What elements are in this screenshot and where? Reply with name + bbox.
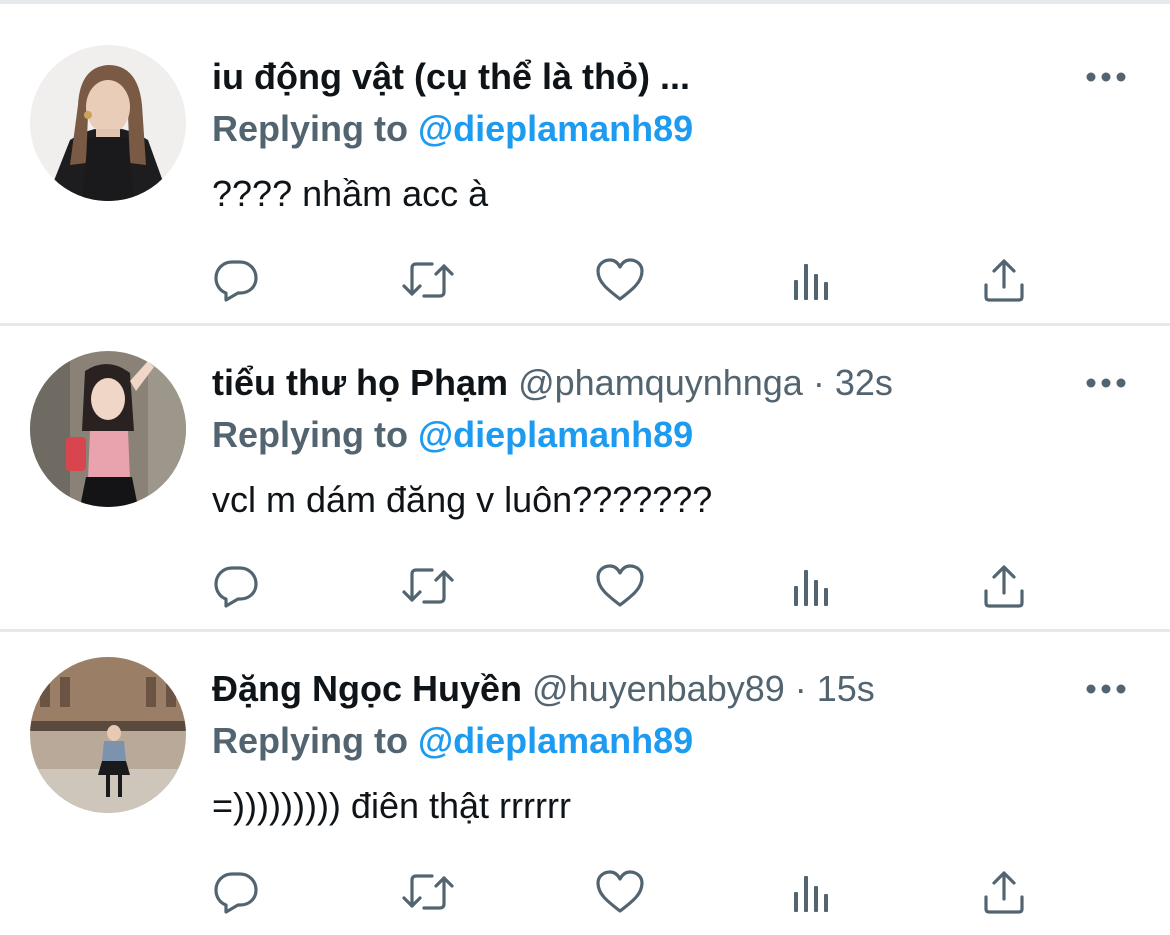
like-button[interactable] — [592, 252, 648, 308]
replying-to-label: Replying to — [212, 414, 408, 455]
reply-button[interactable] — [208, 252, 264, 308]
reply-tweet[interactable]: tiểu thư họ Phạm @phamquynhnga · 32s Repl… — [0, 310, 1170, 616]
reply-icon — [214, 872, 258, 914]
replying-to-label: Replying to — [212, 720, 408, 761]
avatar[interactable] — [30, 45, 186, 201]
display-name[interactable]: iu động vật (cụ thể là thỏ) ... — [212, 56, 690, 97]
share-button[interactable] — [976, 558, 1032, 614]
heart-icon — [596, 870, 644, 913]
tweet-header: iu động vật (cụ thể là thỏ) ... — [212, 54, 700, 100]
stats-button[interactable] — [784, 864, 840, 920]
stats-icon — [794, 570, 828, 606]
retweet-button[interactable] — [400, 864, 456, 920]
heart-icon — [596, 258, 644, 301]
share-icon — [984, 871, 1024, 914]
like-button[interactable] — [592, 558, 648, 614]
tweet-header: tiểu thư họ Phạm @phamquynhnga · 32s — [212, 360, 893, 406]
reply-icon — [214, 260, 258, 302]
reply-tweet[interactable]: Đặng Ngọc Huyền @huyenbaby89 · 15s Replyi… — [0, 616, 1170, 922]
tweet-text: vcl m dám đăng v luôn??????? — [212, 479, 713, 520]
more-button[interactable] — [1082, 59, 1130, 95]
replying-to: Replying to @dieplamanh89 — [212, 412, 693, 458]
replying-to-label: Replying to — [212, 108, 408, 149]
heart-icon — [596, 564, 644, 607]
share-icon — [984, 259, 1024, 302]
handle-and-time: @phamquynhnga · 32s — [518, 362, 893, 403]
retweet-button[interactable] — [400, 252, 456, 308]
stats-icon — [794, 876, 828, 912]
retweet-icon — [402, 262, 454, 298]
mention-link[interactable]: @dieplamanh89 — [418, 414, 693, 455]
like-button[interactable] — [592, 864, 648, 920]
retweet-button[interactable] — [400, 558, 456, 614]
more-icon — [1086, 684, 1126, 694]
mention-link[interactable]: @dieplamanh89 — [418, 108, 693, 149]
more-icon — [1086, 72, 1126, 82]
share-button[interactable] — [976, 252, 1032, 308]
reply-tweet[interactable]: iu động vật (cụ thể là thỏ) ... Replying… — [0, 4, 1170, 310]
tweet-text: ???? nhầm acc à — [212, 173, 489, 214]
retweet-icon — [402, 874, 454, 910]
avatar[interactable] — [30, 657, 186, 813]
reply-icon — [214, 566, 258, 608]
avatar[interactable] — [30, 351, 186, 507]
tweet-text: =))))))))) điên thật rrrrrr — [212, 785, 571, 826]
display-name[interactable]: tiểu thư họ Phạm — [212, 362, 508, 403]
handle-and-time: @huyenbaby89 · 15s — [532, 668, 875, 709]
reply-button[interactable] — [208, 864, 264, 920]
stats-button[interactable] — [784, 558, 840, 614]
more-button[interactable] — [1082, 671, 1130, 707]
tweet-header: Đặng Ngọc Huyền @huyenbaby89 · 15s — [212, 666, 875, 712]
stats-icon — [794, 264, 828, 300]
reply-button[interactable] — [208, 558, 264, 614]
more-button[interactable] — [1082, 365, 1130, 401]
mention-link[interactable]: @dieplamanh89 — [418, 720, 693, 761]
replying-to: Replying to @dieplamanh89 — [212, 718, 693, 764]
stats-button[interactable] — [784, 252, 840, 308]
replying-to: Replying to @dieplamanh89 — [212, 106, 693, 152]
share-icon — [984, 565, 1024, 608]
more-icon — [1086, 378, 1126, 388]
share-button[interactable] — [976, 864, 1032, 920]
retweet-icon — [402, 568, 454, 604]
display-name[interactable]: Đặng Ngọc Huyền — [212, 668, 522, 709]
